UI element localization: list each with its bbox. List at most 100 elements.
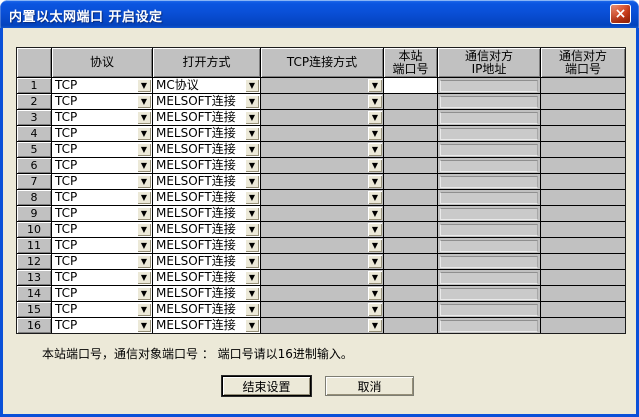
chevron-down-icon[interactable]: ▼ [245, 191, 259, 204]
chevron-down-icon[interactable]: ▼ [368, 159, 382, 172]
open-method-dropdown[interactable]: MELSOFT连接 ▼ [153, 286, 260, 301]
chevron-down-icon[interactable]: ▼ [368, 223, 382, 236]
open-method-dropdown[interactable]: MELSOFT连接 ▼ [153, 222, 260, 237]
protocol-dropdown[interactable]: TCP ▼ [52, 238, 152, 253]
chevron-down-icon[interactable]: ▼ [368, 239, 382, 252]
open-method-dropdown[interactable]: MELSOFT连接 ▼ [153, 94, 260, 109]
chevron-down-icon[interactable]: ▼ [368, 191, 382, 204]
chevron-down-icon[interactable]: ▼ [137, 303, 151, 316]
protocol-dropdown[interactable]: TCP ▼ [52, 286, 152, 301]
chevron-down-icon[interactable]: ▼ [137, 95, 151, 108]
chevron-down-icon[interactable]: ▼ [368, 127, 382, 140]
chevron-down-icon[interactable]: ▼ [137, 111, 151, 124]
protocol-dropdown[interactable]: TCP ▼ [52, 142, 152, 157]
finish-settings-button[interactable]: 结束设置 [222, 376, 311, 396]
chevron-down-icon[interactable]: ▼ [137, 159, 151, 172]
tcp-mode-dropdown[interactable]: ▼ [261, 94, 383, 109]
tcp-mode-dropdown[interactable]: ▼ [261, 286, 383, 301]
chevron-down-icon[interactable]: ▼ [368, 207, 382, 220]
tcp-mode-dropdown[interactable]: ▼ [261, 110, 383, 125]
chevron-down-icon[interactable]: ▼ [137, 79, 151, 92]
open-method-dropdown[interactable]: MELSOFT连接 ▼ [153, 158, 260, 173]
chevron-down-icon[interactable]: ▼ [137, 255, 151, 268]
protocol-dropdown[interactable]: TCP ▼ [52, 190, 152, 205]
protocol-dropdown[interactable]: TCP ▼ [52, 206, 152, 221]
chevron-down-icon[interactable]: ▼ [245, 319, 259, 332]
cancel-button[interactable]: 取消 [325, 376, 414, 396]
chevron-down-icon[interactable]: ▼ [245, 159, 259, 172]
chevron-down-icon[interactable]: ▼ [245, 255, 259, 268]
tcp-mode-dropdown[interactable]: ▼ [261, 158, 383, 173]
protocol-dropdown[interactable]: TCP ▼ [52, 318, 152, 333]
open-method-dropdown[interactable]: MELSOFT连接 ▼ [153, 126, 260, 141]
local-port-field[interactable] [384, 78, 437, 93]
chevron-down-icon[interactable]: ▼ [368, 175, 382, 188]
chevron-down-icon[interactable]: ▼ [245, 271, 259, 284]
protocol-dropdown[interactable]: TCP ▼ [52, 78, 152, 93]
protocol-dropdown[interactable]: TCP ▼ [52, 174, 152, 189]
open-method-dropdown[interactable]: MELSOFT连接 ▼ [153, 302, 260, 317]
protocol-dropdown[interactable]: TCP ▼ [52, 254, 152, 269]
chevron-down-icon[interactable]: ▼ [245, 127, 259, 140]
chevron-down-icon[interactable]: ▼ [245, 175, 259, 188]
open-method-dropdown[interactable]: MELSOFT连接 ▼ [153, 318, 260, 333]
protocol-dropdown[interactable]: TCP ▼ [52, 270, 152, 285]
chevron-down-icon[interactable]: ▼ [137, 127, 151, 140]
chevron-down-icon[interactable]: ▼ [137, 207, 151, 220]
open-method-dropdown[interactable]: MELSOFT连接 ▼ [153, 110, 260, 125]
chevron-down-icon[interactable]: ▼ [245, 223, 259, 236]
open-method-dropdown[interactable]: MELSOFT连接 ▼ [153, 238, 260, 253]
chevron-down-icon[interactable]: ▼ [137, 223, 151, 236]
close-button[interactable]: × [610, 4, 631, 24]
chevron-down-icon[interactable]: ▼ [137, 239, 151, 252]
chevron-down-icon[interactable]: ▼ [368, 79, 382, 92]
chevron-down-icon[interactable]: ▼ [245, 287, 259, 300]
chevron-down-icon[interactable]: ▼ [368, 287, 382, 300]
tcp-mode-dropdown[interactable]: ▼ [261, 126, 383, 141]
open-method-dropdown[interactable]: MELSOFT连接 ▼ [153, 142, 260, 157]
tcp-mode-dropdown[interactable]: ▼ [261, 302, 383, 317]
protocol-dropdown[interactable]: TCP ▼ [52, 222, 152, 237]
chevron-down-icon[interactable]: ▼ [137, 319, 151, 332]
chevron-down-icon[interactable]: ▼ [368, 95, 382, 108]
open-method-dropdown[interactable]: MELSOFT连接 ▼ [153, 270, 260, 285]
chevron-down-icon[interactable]: ▼ [368, 255, 382, 268]
chevron-down-icon[interactable]: ▼ [245, 303, 259, 316]
chevron-down-icon[interactable]: ▼ [137, 287, 151, 300]
chevron-down-icon[interactable]: ▼ [368, 319, 382, 332]
protocol-dropdown[interactable]: TCP ▼ [52, 126, 152, 141]
chevron-down-icon[interactable]: ▼ [245, 95, 259, 108]
open-method-dropdown[interactable]: MELSOFT连接 ▼ [153, 174, 260, 189]
tcp-mode-dropdown[interactable]: ▼ [261, 174, 383, 189]
tcp-mode-dropdown[interactable]: ▼ [261, 190, 383, 205]
chevron-down-icon[interactable]: ▼ [245, 239, 259, 252]
protocol-dropdown[interactable]: TCP ▼ [52, 110, 152, 125]
chevron-down-icon[interactable]: ▼ [137, 271, 151, 284]
open-method-dropdown[interactable]: MELSOFT连接 ▼ [153, 254, 260, 269]
tcp-mode-dropdown[interactable]: ▼ [261, 254, 383, 269]
titlebar[interactable]: 内置以太网端口 开启设定 × [0, 0, 639, 28]
tcp-mode-dropdown[interactable]: ▼ [261, 318, 383, 333]
chevron-down-icon[interactable]: ▼ [137, 175, 151, 188]
chevron-down-icon[interactable]: ▼ [245, 207, 259, 220]
chevron-down-icon[interactable]: ▼ [245, 79, 259, 92]
open-method-dropdown[interactable]: MC协议 ▼ [153, 78, 260, 93]
tcp-mode-dropdown[interactable]: ▼ [261, 78, 383, 93]
chevron-down-icon[interactable]: ▼ [368, 303, 382, 316]
tcp-mode-dropdown[interactable]: ▼ [261, 270, 383, 285]
chevron-down-icon[interactable]: ▼ [368, 143, 382, 156]
tcp-mode-dropdown[interactable]: ▼ [261, 142, 383, 157]
chevron-down-icon[interactable]: ▼ [245, 111, 259, 124]
open-method-dropdown[interactable]: MELSOFT连接 ▼ [153, 206, 260, 221]
chevron-down-icon[interactable]: ▼ [137, 191, 151, 204]
tcp-mode-dropdown[interactable]: ▼ [261, 222, 383, 237]
chevron-down-icon[interactable]: ▼ [368, 111, 382, 124]
protocol-dropdown[interactable]: TCP ▼ [52, 302, 152, 317]
tcp-mode-dropdown[interactable]: ▼ [261, 206, 383, 221]
chevron-down-icon[interactable]: ▼ [368, 271, 382, 284]
open-method-dropdown[interactable]: MELSOFT连接 ▼ [153, 190, 260, 205]
chevron-down-icon[interactable]: ▼ [245, 143, 259, 156]
tcp-mode-dropdown[interactable]: ▼ [261, 238, 383, 253]
protocol-dropdown[interactable]: TCP ▼ [52, 94, 152, 109]
protocol-dropdown[interactable]: TCP ▼ [52, 158, 152, 173]
